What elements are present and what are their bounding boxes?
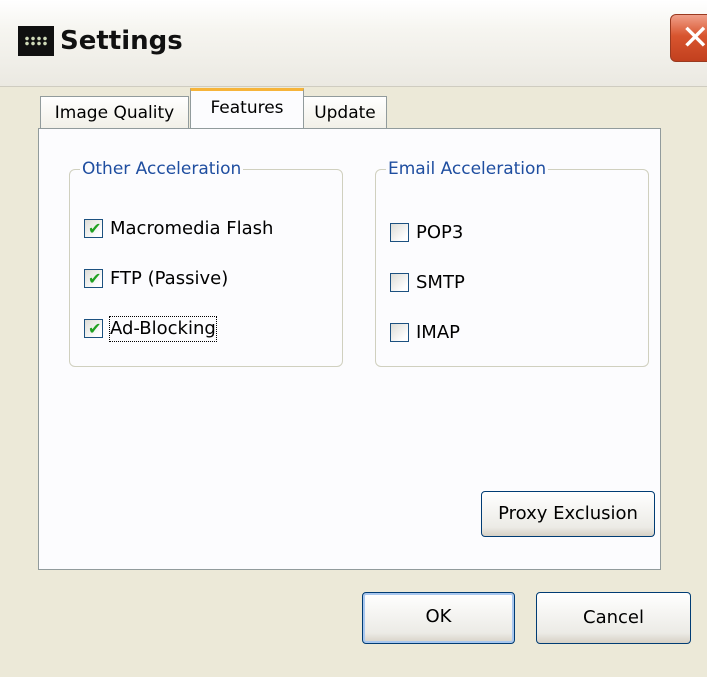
checkmark-icon: ✔	[88, 319, 102, 338]
close-button[interactable]: ✕	[670, 14, 707, 62]
tab-panel-features: Other Acceleration ✔ Macromedia Flash ✔ …	[38, 128, 661, 570]
close-icon: ✕	[681, 18, 707, 58]
app-icon	[18, 26, 54, 56]
tab-features[interactable]: Features	[190, 88, 304, 128]
checkbox-label: IMAP	[416, 322, 461, 343]
checkbox-box[interactable]: ✔	[84, 219, 103, 238]
other-acceleration-legend: Other Acceleration	[82, 159, 242, 179]
checkbox-box[interactable]: ✔	[84, 319, 103, 338]
ok-button[interactable]: OK	[362, 592, 515, 644]
title-bar[interactable]: Settings ✕	[0, 0, 707, 87]
cancel-button[interactable]: Cancel	[536, 592, 691, 644]
other-acceleration-group: Other Acceleration ✔ Macromedia Flash ✔ …	[69, 159, 343, 367]
checkbox-box[interactable]	[390, 323, 409, 342]
checkmark-icon: ✔	[88, 269, 102, 288]
checkbox-box[interactable]	[390, 273, 409, 292]
tab-update[interactable]: Update	[303, 96, 387, 130]
tab-image-quality[interactable]: Image Quality	[40, 96, 189, 130]
checkmark-icon: ✔	[88, 219, 102, 238]
checkbox-label: FTP (Passive)	[110, 268, 229, 289]
email-acceleration-group: Email Acceleration POP3 SMTP IMAP	[375, 159, 649, 367]
checkbox-box[interactable]: ✔	[84, 269, 103, 288]
email-acceleration-legend: Email Acceleration	[388, 159, 547, 179]
proxy-exclusion-button[interactable]: Proxy Exclusion	[481, 491, 655, 537]
checkbox-label: Ad-Blocking	[109, 316, 217, 342]
window-title: Settings	[60, 26, 183, 56]
checkbox-label: Macromedia Flash	[110, 218, 274, 239]
checkbox-box[interactable]	[390, 223, 409, 242]
checkbox-label: POP3	[416, 222, 464, 243]
checkbox-label: SMTP	[416, 272, 465, 293]
